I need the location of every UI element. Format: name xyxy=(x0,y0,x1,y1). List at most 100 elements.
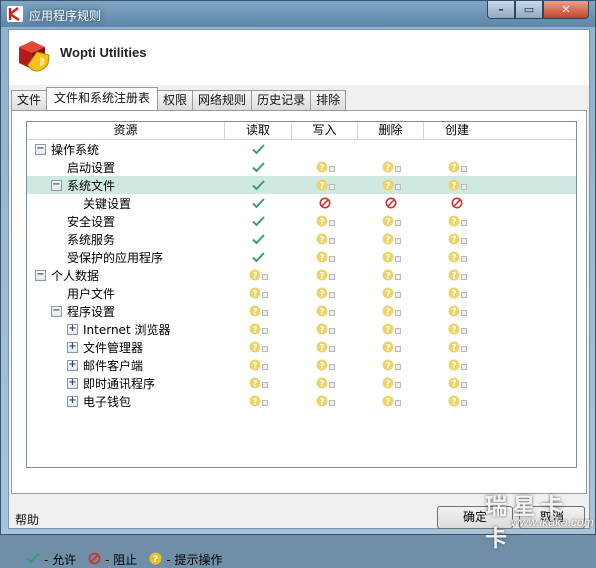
table-row[interactable]: + 邮件客户端???? xyxy=(27,356,576,374)
permission-create-cell[interactable] xyxy=(424,140,490,158)
tab-permissions[interactable]: 权限 xyxy=(157,90,194,110)
permission-create-cell[interactable] xyxy=(424,194,490,212)
resource-name-cell[interactable]: − 系统文件 xyxy=(27,176,225,194)
permission-read-cell[interactable]: ? xyxy=(225,392,292,410)
permission-write-cell[interactable]: ? xyxy=(292,320,358,338)
collapse-icon[interactable]: − xyxy=(35,143,46,155)
table-row[interactable]: 启动设置??? xyxy=(27,158,576,176)
maximize-button[interactable]: ▭ xyxy=(515,1,543,19)
resource-name-cell[interactable]: − 操作系统 xyxy=(27,140,225,158)
table-row[interactable]: − 系统文件??? xyxy=(27,176,576,194)
permission-create-cell[interactable]: ? xyxy=(424,176,490,194)
permission-read-cell[interactable] xyxy=(225,194,292,212)
permission-write-cell[interactable]: ? xyxy=(292,302,358,320)
expand-icon[interactable]: + xyxy=(67,323,78,335)
tab-files-registry[interactable]: 文件和系统注册表 xyxy=(46,87,159,110)
tab-network-rules[interactable]: 网络规则 xyxy=(192,90,253,110)
permission-delete-cell[interactable]: ? xyxy=(358,230,424,248)
tab-files[interactable]: 文件 xyxy=(11,90,48,110)
resource-name-cell[interactable]: 系统服务 xyxy=(27,230,225,248)
permission-write-cell[interactable]: ? xyxy=(292,338,358,356)
permission-delete-cell[interactable]: ? xyxy=(358,212,424,230)
permission-create-cell[interactable]: ? xyxy=(424,320,490,338)
permission-delete-cell[interactable]: ? xyxy=(358,266,424,284)
permission-create-cell[interactable]: ? xyxy=(424,356,490,374)
column-header-delete[interactable]: 删除 xyxy=(358,122,424,139)
permission-create-cell[interactable]: ? xyxy=(424,230,490,248)
column-header-resource[interactable]: 资源 xyxy=(27,122,225,139)
table-row[interactable]: + 电子钱包???? xyxy=(27,392,576,410)
column-header-create[interactable]: 创建 xyxy=(424,122,490,139)
permission-read-cell[interactable] xyxy=(225,212,292,230)
table-row[interactable]: 安全设置??? xyxy=(27,212,576,230)
permission-delete-cell[interactable]: ? xyxy=(358,356,424,374)
collapse-icon[interactable]: − xyxy=(51,305,62,317)
resource-name-cell[interactable]: 启动设置 xyxy=(27,158,225,176)
resource-name-cell[interactable]: 关键设置 xyxy=(27,194,225,212)
help-link[interactable]: 帮助 xyxy=(15,511,39,528)
permission-read-cell[interactable]: ? xyxy=(225,374,292,392)
permission-create-cell[interactable]: ? xyxy=(424,302,490,320)
minimize-button[interactable]: – xyxy=(487,1,515,19)
resource-name-cell[interactable]: 受保护的应用程序 xyxy=(27,248,225,266)
permission-create-cell[interactable]: ? xyxy=(424,248,490,266)
permission-write-cell[interactable]: ? xyxy=(292,392,358,410)
permission-create-cell[interactable]: ? xyxy=(424,338,490,356)
permission-write-cell[interactable]: ? xyxy=(292,266,358,284)
column-header-read[interactable]: 读取 xyxy=(225,122,292,139)
resource-name-cell[interactable]: + 邮件客户端 xyxy=(27,356,225,374)
permission-write-cell[interactable]: ? xyxy=(292,356,358,374)
close-button[interactable]: ✕ xyxy=(543,1,589,19)
permission-delete-cell[interactable]: ? xyxy=(358,320,424,338)
expand-icon[interactable]: + xyxy=(67,377,78,389)
tab-history[interactable]: 历史记录 xyxy=(251,90,312,110)
permission-create-cell[interactable]: ? xyxy=(424,212,490,230)
resource-name-cell[interactable]: 安全设置 xyxy=(27,212,225,230)
table-row[interactable]: + 即时通讯程序???? xyxy=(27,374,576,392)
resource-name-cell[interactable]: 用户文件 xyxy=(27,284,225,302)
permission-write-cell[interactable]: ? xyxy=(292,284,358,302)
permission-delete-cell[interactable]: ? xyxy=(358,176,424,194)
column-header-write[interactable]: 写入 xyxy=(292,122,358,139)
permission-write-cell[interactable] xyxy=(292,194,358,212)
permission-read-cell[interactable] xyxy=(225,158,292,176)
permission-read-cell[interactable]: ? xyxy=(225,302,292,320)
permission-write-cell[interactable]: ? xyxy=(292,230,358,248)
permission-delete-cell[interactable]: ? xyxy=(358,392,424,410)
expand-icon[interactable]: + xyxy=(67,359,78,371)
permission-delete-cell[interactable]: ? xyxy=(358,374,424,392)
permission-delete-cell[interactable]: ? xyxy=(358,248,424,266)
permission-write-cell[interactable]: ? xyxy=(292,248,358,266)
permission-delete-cell[interactable]: ? xyxy=(358,302,424,320)
table-row[interactable]: 关键设置 xyxy=(27,194,576,212)
permission-create-cell[interactable]: ? xyxy=(424,392,490,410)
collapse-icon[interactable]: − xyxy=(35,269,46,281)
collapse-icon[interactable]: − xyxy=(51,179,62,191)
permission-create-cell[interactable]: ? xyxy=(424,284,490,302)
table-row[interactable]: 受保护的应用程序??? xyxy=(27,248,576,266)
resource-name-cell[interactable]: + 文件管理器 xyxy=(27,338,225,356)
permission-read-cell[interactable] xyxy=(225,140,292,158)
permission-delete-cell[interactable]: ? xyxy=(358,338,424,356)
resource-name-cell[interactable]: + 即时通讯程序 xyxy=(27,374,225,392)
permission-write-cell[interactable]: ? xyxy=(292,374,358,392)
permission-write-cell[interactable]: ? xyxy=(292,176,358,194)
permission-create-cell[interactable]: ? xyxy=(424,158,490,176)
permission-write-cell[interactable] xyxy=(292,140,358,158)
permission-read-cell[interactable] xyxy=(225,230,292,248)
resource-name-cell[interactable]: − 程序设置 xyxy=(27,302,225,320)
table-row[interactable]: 系统服务??? xyxy=(27,230,576,248)
tab-exclusions[interactable]: 排除 xyxy=(310,90,347,110)
table-row[interactable]: + Internet 浏览器???? xyxy=(27,320,576,338)
permission-read-cell[interactable] xyxy=(225,176,292,194)
expand-icon[interactable]: + xyxy=(67,395,78,407)
title-bar[interactable]: 应用程序规则 – ▭ ✕ xyxy=(1,1,595,29)
resource-tree-table[interactable]: 资源 读取 写入 删除 创建 − 操作系统 启动设置??? − 系统文件??? 关键设置安… xyxy=(26,121,577,468)
permission-create-cell[interactable]: ? xyxy=(424,266,490,284)
permission-read-cell[interactable]: ? xyxy=(225,320,292,338)
resource-name-cell[interactable]: + 电子钱包 xyxy=(27,392,225,410)
resource-name-cell[interactable]: + Internet 浏览器 xyxy=(27,320,225,338)
permission-delete-cell[interactable]: ? xyxy=(358,158,424,176)
table-row[interactable]: + 文件管理器???? xyxy=(27,338,576,356)
resource-name-cell[interactable]: − 个人数据 xyxy=(27,266,225,284)
